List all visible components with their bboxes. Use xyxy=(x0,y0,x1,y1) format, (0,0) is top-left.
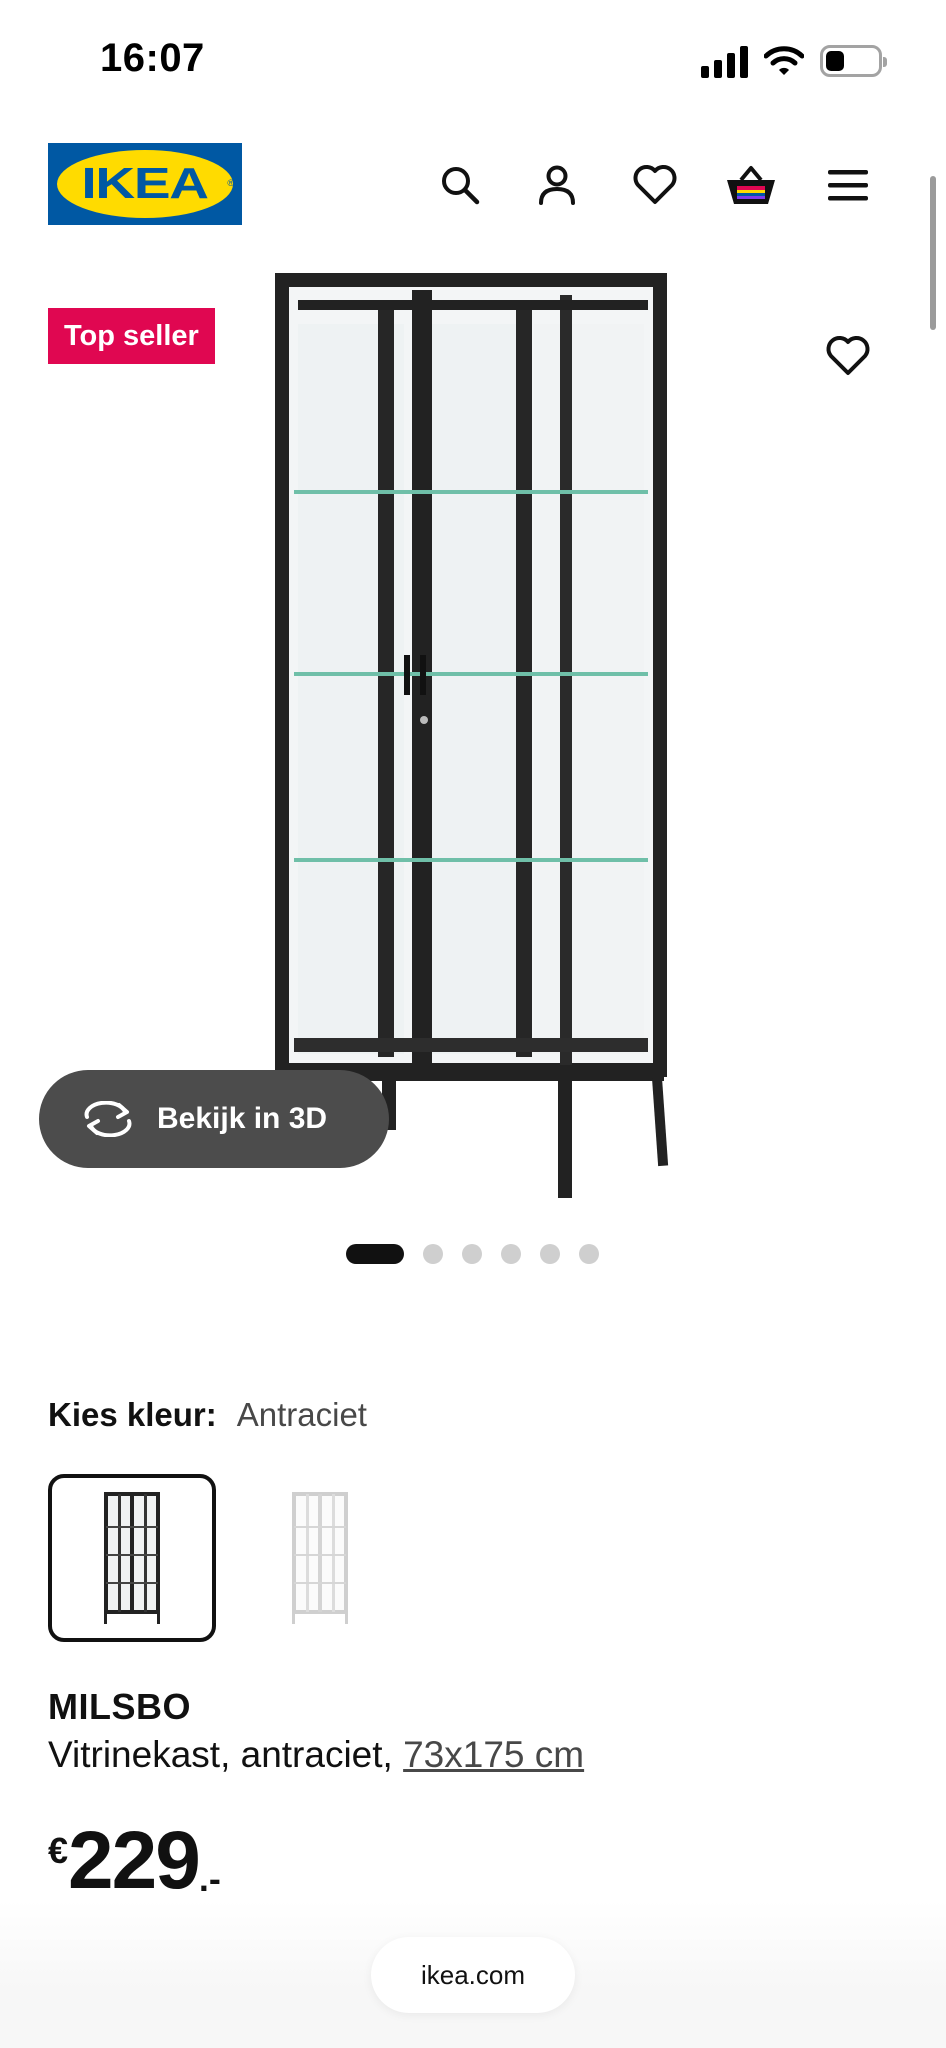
cellular-signal-icon xyxy=(701,44,748,78)
status-time: 16:07 xyxy=(100,36,205,80)
image-carousel-dots xyxy=(346,1244,599,1264)
rotate-3d-icon xyxy=(84,1101,132,1137)
search-icon[interactable] xyxy=(432,157,488,213)
header-actions xyxy=(0,157,946,213)
color-option-anthracite[interactable] xyxy=(48,1474,216,1642)
product-dimensions-link[interactable]: 73x175 cm xyxy=(403,1734,584,1775)
product-image[interactable] xyxy=(270,270,680,1200)
color-option-white[interactable] xyxy=(236,1474,404,1642)
browser-url: ikea.com xyxy=(420,1959,526,1990)
user-icon[interactable] xyxy=(529,157,585,213)
price-amount: 229 xyxy=(68,1815,201,1906)
basket-icon[interactable] xyxy=(723,157,779,213)
view-in-3d-button[interactable]: Bekijk in 3D xyxy=(39,1070,389,1168)
heart-icon[interactable] xyxy=(627,157,683,213)
price-suffix: .- xyxy=(198,1858,221,1899)
color-label: Kies kleur: xyxy=(48,1396,217,1433)
carousel-dot-4[interactable] xyxy=(501,1244,521,1264)
carousel-dot-3[interactable] xyxy=(462,1244,482,1264)
product-page: 16:07 IKEA ® Top seller Bekijk in 3D Kie… xyxy=(0,0,946,2048)
color-value: Antraciet xyxy=(236,1396,367,1433)
color-selector: Kies kleur: Antraciet xyxy=(48,1396,367,1434)
top-seller-badge: Top seller xyxy=(48,308,215,364)
carousel-dot-6[interactable] xyxy=(579,1244,599,1264)
view-in-3d-label: Bekijk in 3D xyxy=(157,1102,328,1135)
carousel-dot-2[interactable] xyxy=(423,1244,443,1264)
battery-icon xyxy=(820,45,887,77)
favorite-heart-icon[interactable] xyxy=(820,328,876,384)
status-icons xyxy=(701,44,887,78)
menu-icon[interactable] xyxy=(820,157,876,213)
carousel-dot-1[interactable] xyxy=(346,1244,404,1264)
price-currency: € xyxy=(48,1830,69,1871)
product-description: Vitrinekast, antraciet, 73x175 cm xyxy=(48,1734,584,1776)
product-price: € 229 .- xyxy=(48,1820,221,1902)
product-type: Vitrinekast, antraciet, xyxy=(48,1734,393,1775)
carousel-dot-5[interactable] xyxy=(540,1244,560,1264)
product-name: MILSBO xyxy=(48,1686,191,1727)
browser-url-bar[interactable]: ikea.com xyxy=(371,1937,575,2013)
wifi-icon xyxy=(764,46,804,75)
scrollbar[interactable] xyxy=(930,176,936,330)
